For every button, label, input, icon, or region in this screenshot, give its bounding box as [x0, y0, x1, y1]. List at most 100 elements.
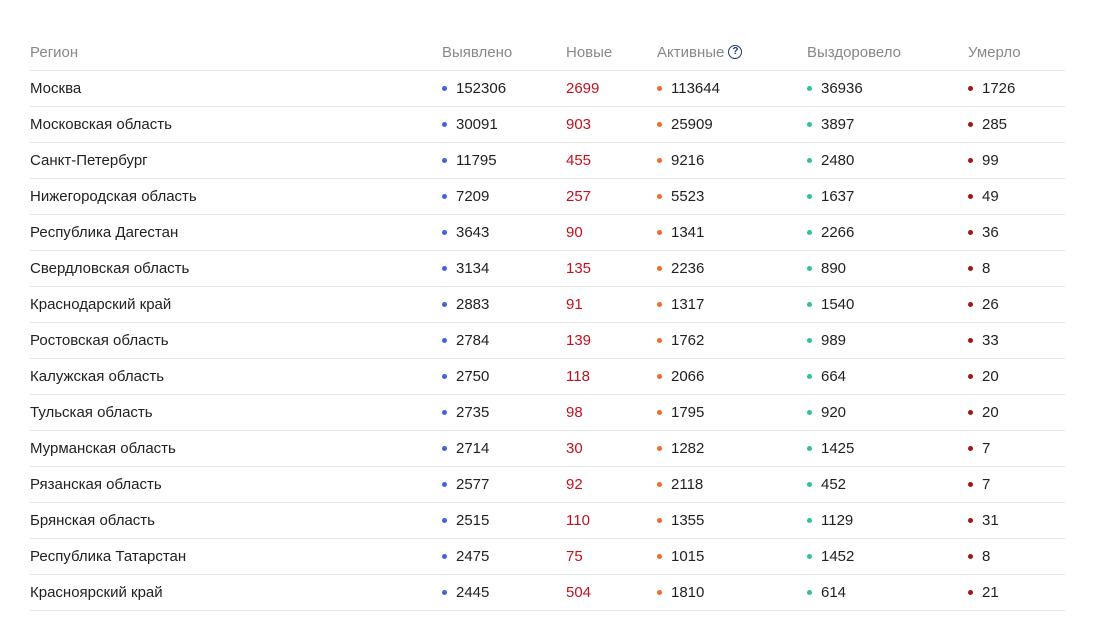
active-value: 5523	[671, 188, 705, 205]
died-value: 49	[982, 188, 999, 205]
table-row[interactable]: Красноярский край 2445 504 1810 614 21	[30, 575, 1065, 611]
active-cell: 1795	[657, 395, 704, 430]
region-name: Свердловская область	[30, 260, 190, 277]
recovered-value: 989	[821, 332, 847, 349]
table-row[interactable]: Республика Дагестан 3643 90 1341 2266 36	[30, 215, 1065, 251]
detected-cell: 2577	[442, 467, 489, 502]
active-dot-icon	[657, 86, 662, 91]
detected-dot-icon	[442, 374, 447, 379]
detected-dot-icon	[442, 338, 447, 343]
active-cell: 1355	[657, 503, 704, 538]
died-value: 20	[982, 368, 999, 385]
active-value: 1795	[671, 404, 705, 421]
detected-cell: 2750	[442, 359, 489, 394]
recovered-dot-icon	[807, 122, 812, 127]
table-row[interactable]: Тульская область 2735 98 1795 920 20	[30, 395, 1065, 431]
header-active-label[interactable]: Активные	[657, 44, 724, 61]
active-dot-icon	[657, 590, 662, 595]
died-cell: 20	[968, 395, 999, 430]
active-dot-icon	[657, 158, 662, 163]
active-cell: 1341	[657, 215, 704, 250]
recovered-dot-icon	[807, 554, 812, 559]
table-row[interactable]: Нижегородская область 7209 257 5523 1637…	[30, 179, 1065, 215]
table-row[interactable]: Калужская область 2750 118 2066 664 20	[30, 359, 1065, 395]
table-row[interactable]: Москва 152306 2699 113644 36936 1726	[30, 71, 1065, 107]
region-name: Московская область	[30, 116, 172, 133]
died-value: 33	[982, 332, 999, 349]
detected-dot-icon	[442, 194, 447, 199]
help-icon[interactable]: ?	[728, 45, 743, 59]
active-dot-icon	[657, 266, 662, 271]
recovered-value: 3897	[821, 116, 855, 133]
recovered-dot-icon	[807, 302, 812, 307]
detected-cell: 3134	[442, 251, 489, 286]
detected-dot-icon	[442, 266, 447, 271]
detected-dot-icon	[442, 590, 447, 595]
active-cell: 5523	[657, 179, 704, 214]
table-row[interactable]: Ростовская область 2784 139 1762 989 33	[30, 323, 1065, 359]
table-row[interactable]: Краснодарский край 2883 91 1317 1540 26	[30, 287, 1065, 323]
recovered-cell: 920	[807, 395, 846, 430]
region-name: Республика Дагестан	[30, 224, 179, 241]
detected-value: 2714	[456, 440, 490, 457]
recovered-dot-icon	[807, 86, 812, 91]
active-cell: 1317	[657, 287, 704, 322]
died-dot-icon	[968, 374, 973, 379]
table-row[interactable]: Рязанская область 2577 92 2118 452 7	[30, 467, 1065, 503]
active-cell: 1015	[657, 539, 704, 574]
table-row[interactable]: Республика Татарстан 2475 75 1015 1452 8	[30, 539, 1065, 575]
new-value: 139	[566, 332, 592, 349]
table-row[interactable]: Санкт-Петербург 11795 455 9216 2480 99	[30, 143, 1065, 179]
header-died[interactable]: Умерло	[968, 34, 1021, 70]
table-row[interactable]: Мурманская область 2714 30 1282 1425 7	[30, 431, 1065, 467]
recovered-cell: 36936	[807, 71, 863, 106]
header-detected[interactable]: Выявлено	[442, 34, 512, 70]
recovered-dot-icon	[807, 446, 812, 451]
died-dot-icon	[968, 266, 973, 271]
recovered-value: 1540	[821, 296, 855, 313]
recovered-value: 1637	[821, 188, 855, 205]
header-new[interactable]: Новые	[566, 34, 612, 70]
died-dot-icon	[968, 158, 973, 163]
detected-cell: 11795	[442, 143, 497, 178]
table-row[interactable]: Свердловская область 3134 135 2236 890 8	[30, 251, 1065, 287]
detected-dot-icon	[442, 86, 447, 91]
died-dot-icon	[968, 482, 973, 487]
table-body: Москва 152306 2699 113644 36936 1726 Мос…	[30, 71, 1065, 611]
died-value: 20	[982, 404, 999, 421]
recovered-dot-icon	[807, 374, 812, 379]
active-cell: 113644	[657, 71, 720, 106]
died-value: 7	[982, 440, 991, 457]
died-value: 26	[982, 296, 999, 313]
detected-dot-icon	[442, 158, 447, 163]
died-dot-icon	[968, 590, 973, 595]
new-value: 30	[566, 440, 583, 457]
detected-dot-icon	[442, 302, 447, 307]
active-value: 1762	[671, 332, 705, 349]
recovered-dot-icon	[807, 590, 812, 595]
recovered-value: 664	[821, 368, 847, 385]
recovered-value: 890	[821, 260, 847, 277]
header-active[interactable]: Активные ?	[657, 34, 743, 70]
header-region[interactable]: Регион	[30, 34, 78, 70]
region-name: Рязанская область	[30, 476, 162, 493]
died-cell: 31	[968, 503, 999, 538]
detected-value: 2735	[456, 404, 490, 421]
detected-cell: 2714	[442, 431, 489, 466]
active-dot-icon	[657, 554, 662, 559]
table-row[interactable]: Московская область 30091 903 25909 3897 …	[30, 107, 1065, 143]
table-row[interactable]: Брянская область 2515 110 1355 1129 31	[30, 503, 1065, 539]
detected-cell: 2515	[442, 503, 489, 538]
header-recovered[interactable]: Выздоровело	[807, 34, 901, 70]
active-dot-icon	[657, 410, 662, 415]
new-value: 135	[566, 260, 592, 277]
active-cell: 1810	[657, 575, 704, 610]
active-cell: 2118	[657, 467, 703, 502]
detected-value: 2475	[456, 548, 490, 565]
recovered-cell: 664	[807, 359, 846, 394]
active-dot-icon	[657, 122, 662, 127]
new-value: 75	[566, 548, 583, 565]
died-dot-icon	[968, 194, 973, 199]
region-name: Москва	[30, 80, 82, 97]
detected-value: 2750	[456, 368, 490, 385]
